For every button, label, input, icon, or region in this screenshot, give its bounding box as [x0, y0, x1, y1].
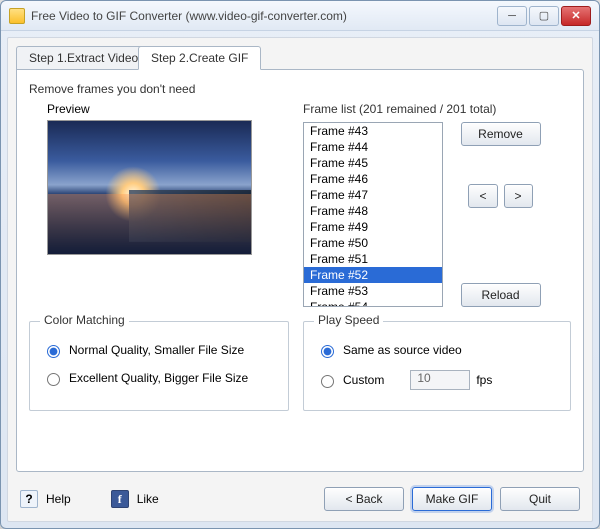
radio-normal-quality-label: Normal Quality, Smaller File Size — [69, 343, 244, 357]
close-button[interactable]: ✕ — [561, 6, 591, 26]
app-icon — [9, 8, 25, 24]
frame-list-item[interactable]: Frame #48 — [304, 203, 442, 219]
frame-list-item[interactable]: Frame #49 — [304, 219, 442, 235]
frame-list-item[interactable]: Frame #44 — [304, 139, 442, 155]
help-icon: ? — [20, 490, 38, 508]
radio-custom-fps[interactable]: Custom — [316, 372, 384, 388]
footer: ? Help f Like < Back Make GIF Quit — [8, 481, 592, 521]
help-link[interactable]: Help — [46, 492, 71, 506]
radio-excellent-quality-label: Excellent Quality, Bigger File Size — [69, 371, 248, 385]
quit-button[interactable]: Quit — [500, 487, 580, 511]
radio-normal-quality[interactable]: Normal Quality, Smaller File Size — [42, 342, 276, 358]
framelist-label: Frame list (201 remained / 201 total) — [303, 102, 571, 116]
radio-same-as-source[interactable]: Same as source video — [316, 342, 558, 358]
frame-list-item[interactable]: Frame #47 — [304, 187, 442, 203]
reload-button[interactable]: Reload — [461, 283, 541, 307]
preview-label: Preview — [47, 102, 289, 116]
frame-list-item[interactable]: Frame #51 — [304, 251, 442, 267]
window-title: Free Video to GIF Converter (www.video-g… — [31, 9, 491, 23]
play-speed-legend: Play Speed — [314, 313, 383, 327]
app-window: Free Video to GIF Converter (www.video-g… — [0, 0, 600, 529]
color-matching-legend: Color Matching — [40, 313, 129, 327]
remove-frames-title: Remove frames you don't need — [29, 82, 571, 96]
frame-list-item[interactable]: Frame #43 — [304, 123, 442, 139]
tab-step2[interactable]: Step 2.Create GIF — [138, 46, 261, 70]
radio-excellent-quality-input[interactable] — [47, 373, 60, 386]
tab-panel-step2: Remove frames you don't need Preview Fra… — [16, 69, 584, 472]
minimize-button[interactable]: ─ — [497, 6, 527, 26]
fps-input[interactable]: 10 — [410, 370, 470, 390]
radio-custom-fps-input[interactable] — [321, 375, 334, 388]
back-button[interactable]: < Back — [324, 487, 404, 511]
fps-unit: fps — [476, 373, 492, 387]
frame-list-item[interactable]: Frame #45 — [304, 155, 442, 171]
radio-normal-quality-input[interactable] — [47, 345, 60, 358]
tab-step1[interactable]: Step 1.Extract Video — [16, 46, 151, 70]
frame-list-item[interactable]: Frame #52 — [304, 267, 442, 283]
frame-list-item[interactable]: Frame #50 — [304, 235, 442, 251]
frame-list[interactable]: Frame #43Frame #44Frame #45Frame #46Fram… — [303, 122, 443, 307]
maximize-button[interactable]: ▢ — [529, 6, 559, 26]
like-link[interactable]: Like — [137, 492, 159, 506]
radio-same-as-source-input[interactable] — [321, 345, 334, 358]
facebook-icon: f — [111, 490, 129, 508]
remove-button[interactable]: Remove — [461, 122, 541, 146]
radio-same-as-source-label: Same as source video — [343, 343, 462, 357]
frame-list-item[interactable]: Frame #46 — [304, 171, 442, 187]
prev-frame-button[interactable]: < — [468, 184, 497, 208]
radio-custom-fps-label: Custom — [343, 373, 384, 387]
preview-image — [47, 120, 252, 255]
make-gif-button[interactable]: Make GIF — [412, 487, 492, 511]
frame-list-item[interactable]: Frame #53 — [304, 283, 442, 299]
frame-list-item[interactable]: Frame #54 — [304, 299, 442, 307]
titlebar: Free Video to GIF Converter (www.video-g… — [1, 1, 599, 31]
next-frame-button[interactable]: > — [504, 184, 533, 208]
radio-excellent-quality[interactable]: Excellent Quality, Bigger File Size — [42, 370, 276, 386]
